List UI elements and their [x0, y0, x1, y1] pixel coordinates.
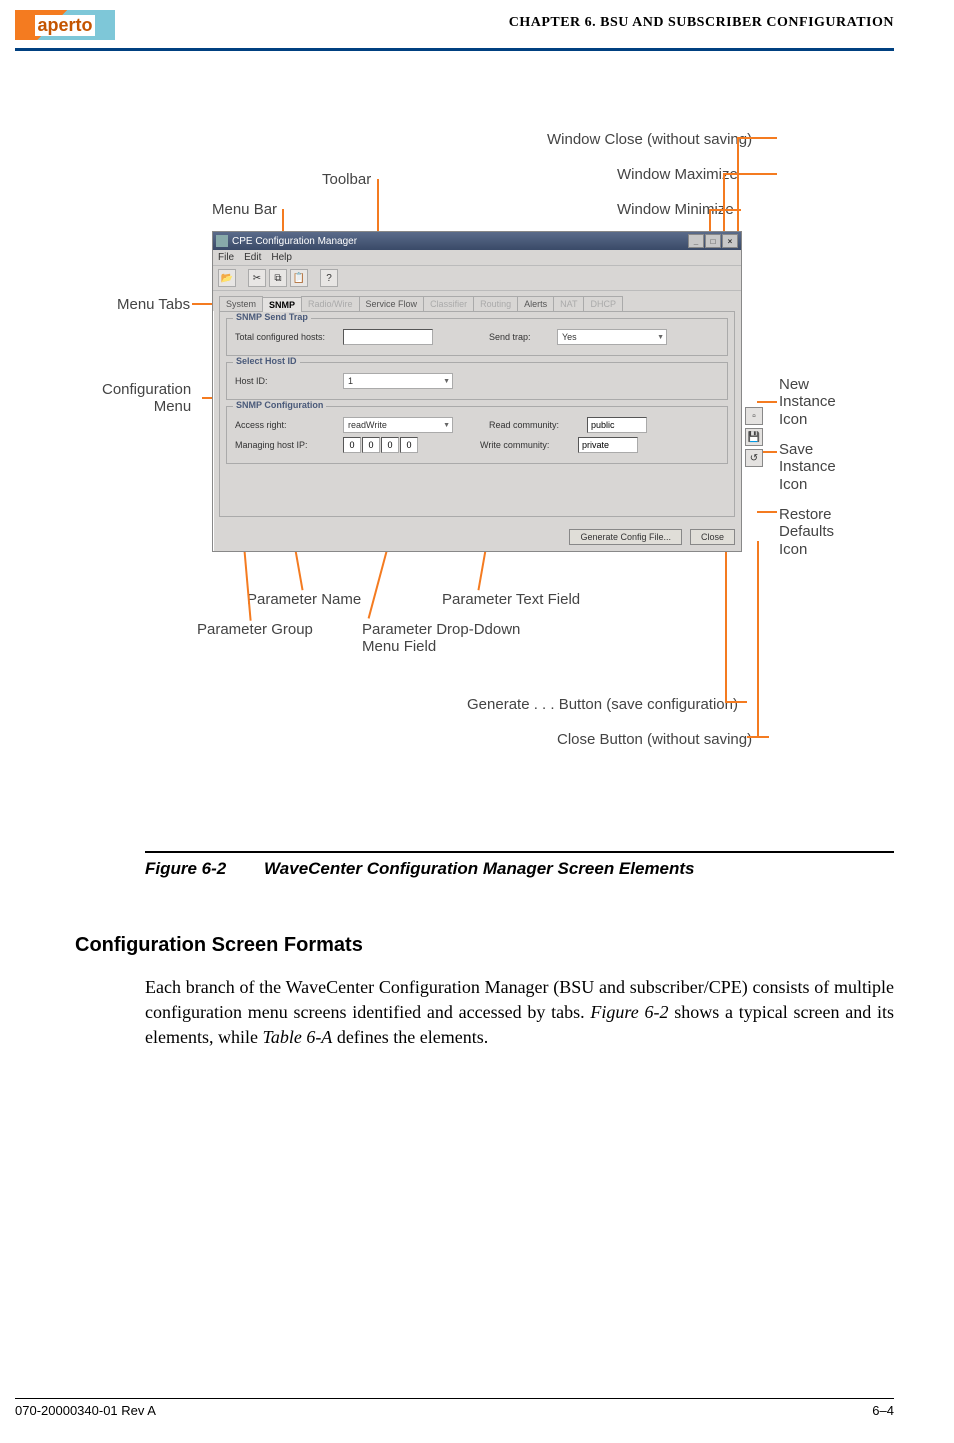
menu-help[interactable]: Help	[271, 252, 292, 263]
figure-reference: Figure 6-2	[590, 1002, 668, 1022]
input-write-community[interactable]	[578, 437, 638, 453]
close-window-button[interactable]: ×	[722, 234, 738, 248]
input-total-hosts[interactable]	[343, 329, 433, 345]
menu-bar: File Edit Help	[213, 250, 741, 266]
header-rule	[15, 48, 894, 51]
cut-icon[interactable]: ✂	[248, 269, 266, 287]
label-write-community: Write community:	[480, 440, 570, 450]
generate-config-button[interactable]: Generate Config File...	[569, 529, 682, 545]
callout-param-group: Parameter Group	[197, 621, 313, 638]
label-managing-host-ip: Managing host IP:	[235, 440, 335, 450]
aperto-logo: aperto	[15, 10, 115, 40]
group-title-host-id: Select Host ID	[233, 356, 300, 366]
section-heading: Configuration Screen Formats	[75, 934, 894, 957]
chapter-title: CHAPTER 6. BSU AND SUBSCRIBER CONFIGURAT…	[509, 10, 894, 31]
help-icon[interactable]: ?	[320, 269, 338, 287]
save-instance-icon[interactable]: 💾	[745, 428, 763, 446]
callout-win-max: Window Maximize	[617, 166, 738, 183]
group-snmp-trap: SNMP Send Trap Total configured hosts: S…	[226, 318, 728, 356]
group-title-snmp-config: SNMP Configuration	[233, 400, 326, 410]
tab-nat[interactable]: NAT	[553, 296, 584, 311]
callout-config-menu: Configuration Menu	[102, 381, 191, 416]
label-total-hosts: Total configured hosts:	[235, 332, 335, 342]
menu-edit[interactable]: Edit	[244, 252, 261, 263]
footer-doc-number: 070-20000340-01 Rev A	[15, 1403, 156, 1418]
label-access-right: Access right:	[235, 420, 335, 430]
open-icon[interactable]: 📂	[218, 269, 236, 287]
group-title-snmp-trap: SNMP Send Trap	[233, 312, 311, 322]
input-managing-host-ip[interactable]	[343, 437, 418, 453]
maximize-button[interactable]: □	[705, 234, 721, 248]
callout-new-instance: New Instance Icon	[779, 376, 836, 428]
tab-dhcp[interactable]: DHCP	[583, 296, 623, 311]
tab-system[interactable]: System	[219, 296, 263, 311]
tab-alerts[interactable]: Alerts	[517, 296, 554, 311]
callout-menu-bar: Menu Bar	[212, 201, 277, 218]
paste-icon[interactable]: 📋	[290, 269, 308, 287]
figure-number: Figure 6-2	[145, 859, 226, 878]
app-window: CPE Configuration Manager _ □ × File Edi…	[212, 231, 742, 552]
content-panel: SNMP Send Trap Total configured hosts: S…	[219, 311, 735, 517]
label-host-id: Host ID:	[235, 376, 335, 386]
group-host-id: Select Host ID Host ID: 1▼	[226, 362, 728, 400]
callout-close: Close Button (without saving)	[557, 731, 752, 748]
page-header: aperto CHAPTER 6. BSU AND SUBSCRIBER CON…	[0, 0, 954, 40]
restore-defaults-icon[interactable]: ↺	[745, 449, 763, 467]
dropdown-send-trap[interactable]: Yes▼	[557, 329, 667, 345]
callout-save-instance: Save Instance Icon	[779, 441, 836, 493]
tab-row: System SNMP Radio/Wire Service Flow Clas…	[213, 291, 741, 311]
group-snmp-config: SNMP Configuration Access right: readWri…	[226, 406, 728, 464]
callout-param-text: Parameter Text Field	[442, 591, 580, 608]
tab-classifier[interactable]: Classifier	[423, 296, 474, 311]
toolbar: 📂 ✂ ⧉ 📋 ?	[213, 266, 741, 291]
callout-generate: Generate . . . Button (save configuratio…	[467, 696, 738, 713]
callout-param-name: Parameter Name	[247, 591, 361, 608]
tab-radio[interactable]: Radio/Wire	[301, 296, 360, 311]
table-reference: Table 6-A	[262, 1027, 332, 1047]
copy-icon[interactable]: ⧉	[269, 269, 287, 287]
dropdown-host-id[interactable]: 1▼	[343, 373, 453, 389]
label-read-community: Read community:	[489, 420, 579, 430]
label-send-trap: Send trap:	[489, 332, 549, 342]
window-title: CPE Configuration Manager	[232, 236, 357, 247]
close-button[interactable]: Close	[690, 529, 735, 545]
tab-routing[interactable]: Routing	[473, 296, 518, 311]
input-read-community[interactable]	[587, 417, 647, 433]
app-icon	[216, 235, 228, 247]
page-footer: 070-20000340-01 Rev A 6–4	[15, 1398, 894, 1418]
figure-area: Toolbar Menu Bar Menu Tabs Configuration…	[57, 111, 897, 831]
menu-file[interactable]: File	[218, 252, 234, 263]
body-paragraph: Each branch of the WaveCenter Configurat…	[145, 975, 894, 1051]
figure-title: WaveCenter Configuration Manager Screen …	[264, 859, 694, 878]
callout-menu-tabs: Menu Tabs	[117, 296, 190, 313]
figure-caption-block: Figure 6-2 WaveCenter Configuration Mana…	[145, 851, 894, 879]
callout-param-dd: Parameter Drop-Ddown Menu Field	[362, 621, 520, 656]
tab-service-flow[interactable]: Service Flow	[359, 296, 425, 311]
tab-snmp[interactable]: SNMP	[262, 297, 302, 312]
callout-win-close: Window Close (without saving)	[547, 131, 752, 148]
minimize-button[interactable]: _	[688, 234, 704, 248]
dropdown-access-right[interactable]: readWrite▼	[343, 417, 453, 433]
callout-toolbar: Toolbar	[322, 171, 371, 188]
new-instance-icon[interactable]: ▫	[745, 407, 763, 425]
callout-restore-defaults: Restore Defaults Icon	[779, 506, 834, 558]
title-bar: CPE Configuration Manager _ □ ×	[213, 232, 741, 250]
footer-page-number: 6–4	[872, 1403, 894, 1418]
